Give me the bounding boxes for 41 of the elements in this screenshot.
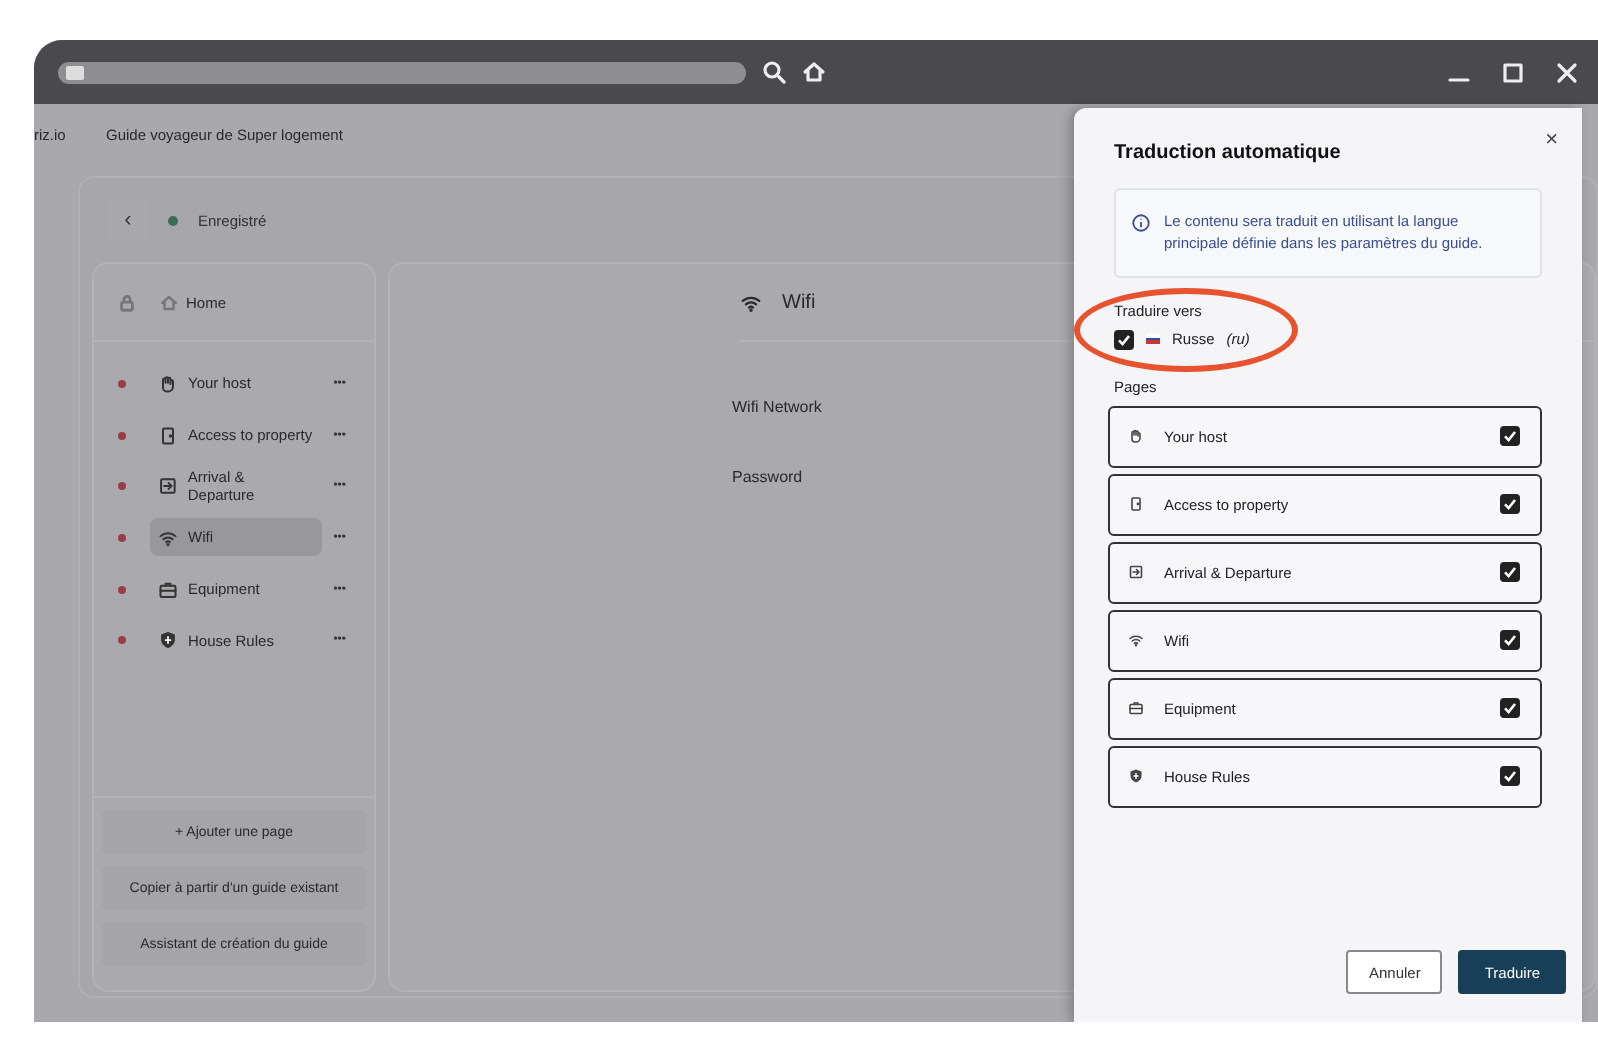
- wifi-icon: [1128, 632, 1144, 648]
- lock-icon: [118, 293, 136, 311]
- field-label: Wifi Network: [732, 398, 822, 416]
- exit-icon: [1128, 564, 1144, 580]
- page-checkbox[interactable]: [1500, 494, 1520, 514]
- close-button[interactable]: ×: [1545, 128, 1558, 152]
- status-dot: [118, 482, 126, 491]
- maximize-icon[interactable]: [1502, 61, 1524, 83]
- shield-icon: [158, 630, 178, 651]
- language-checkbox[interactable]: [1114, 329, 1134, 349]
- door-icon: [158, 425, 178, 446]
- page-checkbox[interactable]: [1500, 426, 1520, 446]
- saved-status-dot: [168, 215, 178, 225]
- hand-icon: [1128, 428, 1144, 444]
- page-checkbox[interactable]: [1500, 630, 1520, 650]
- page-checkbox[interactable]: [1500, 698, 1520, 718]
- briefcase-icon: [158, 579, 178, 600]
- dialog-title: Traduction automatique: [1114, 141, 1341, 163]
- briefcase-icon: [1128, 700, 1144, 716]
- status-dot: [118, 431, 126, 440]
- close-icon[interactable]: [1556, 61, 1578, 83]
- hand-icon: [158, 373, 178, 394]
- flag-icon: [1146, 334, 1160, 344]
- status-dot: [118, 636, 126, 645]
- address-bar[interactable]: [58, 61, 746, 83]
- home-icon[interactable]: [802, 60, 826, 84]
- status-dot: [118, 533, 126, 542]
- wifi-icon: [158, 527, 178, 548]
- status-dot: [118, 585, 126, 594]
- search-icon[interactable]: [762, 60, 786, 84]
- door-icon: [1128, 496, 1144, 512]
- info-icon: [1132, 214, 1150, 232]
- shield-icon: [1128, 768, 1144, 784]
- wifi-icon: [740, 291, 762, 313]
- field-label: Password: [732, 468, 803, 486]
- page-checkbox[interactable]: [1500, 562, 1520, 582]
- home-icon: [160, 293, 178, 311]
- page-checkbox[interactable]: [1500, 766, 1520, 786]
- status-dot: [118, 379, 126, 388]
- exit-icon: [158, 476, 178, 497]
- page-title: Wifi: [782, 291, 816, 313]
